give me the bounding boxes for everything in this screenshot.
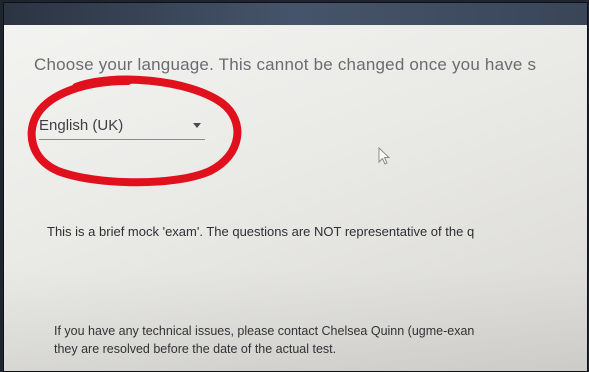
technical-issues-text-line-1: If you have any technical issues, please…: [54, 324, 475, 338]
exam-page: Choose your language. This cannot be cha…: [4, 25, 587, 371]
language-selected-value: English (UK): [39, 117, 124, 134]
browser-top-bar: [4, 3, 587, 25]
photo-shading: [4, 25, 587, 371]
language-dropdown[interactable]: English (UK): [39, 111, 205, 140]
mouse-cursor-icon: [378, 147, 391, 165]
photo-frame: Choose your language. This cannot be cha…: [3, 2, 588, 372]
language-instruction: Choose your language. This cannot be cha…: [34, 55, 537, 74]
mock-exam-notice: This is a brief mock 'exam'. The questio…: [47, 224, 475, 239]
technical-issues-text-line-2: they are resolved before the date of the…: [54, 342, 337, 356]
dropdown-arrow-icon: [193, 123, 201, 128]
